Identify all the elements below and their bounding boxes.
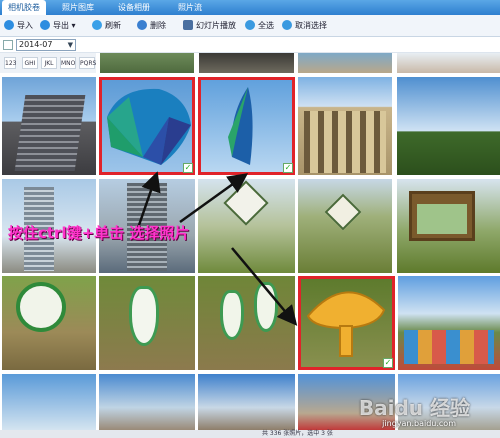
sign-shape xyxy=(129,286,159,346)
building-shape xyxy=(304,111,386,173)
checked-icon: ✓ xyxy=(283,163,293,173)
tab-device-album[interactable]: 设备相册 xyxy=(112,0,156,15)
alpha-button-jkl[interactable]: JKL xyxy=(41,57,57,69)
alpha-button-ghi[interactable]: GHI xyxy=(22,57,38,69)
cancel-select-label: 取消选择 xyxy=(295,21,327,30)
photo-yellow-building[interactable] xyxy=(298,77,392,175)
date-value: 2014-07 xyxy=(19,40,53,49)
alpha-index-bar: 123 GHI JKL MNO PQRS xyxy=(0,53,96,73)
photo-thumbnail[interactable] xyxy=(2,374,96,430)
photo-sign-diamond[interactable] xyxy=(198,179,295,273)
photo-sign-green-circle[interactable] xyxy=(2,276,96,370)
umbrella-graphic xyxy=(107,88,191,165)
photo-sign-footprint-2[interactable] xyxy=(198,276,295,370)
sign-shape xyxy=(220,290,244,340)
building-shape xyxy=(14,95,86,171)
tab-photo-library[interactable]: 照片图库 xyxy=(56,0,100,15)
umbrella-graphic xyxy=(228,87,253,165)
select-all-label: 全选 xyxy=(258,21,274,30)
slideshow-icon xyxy=(183,20,193,30)
cancel-select-button[interactable]: 取消选择 xyxy=(282,19,327,33)
alpha-button-mno[interactable]: MNO xyxy=(60,57,76,69)
export-button[interactable]: 导出 ▾ xyxy=(40,19,76,33)
import-label: 导入 xyxy=(17,21,33,30)
photo-sign-diamond-2[interactable] xyxy=(298,179,392,273)
photo-umbrella-2[interactable]: ✓ xyxy=(198,77,295,175)
watermark-brand: Baidu 经验 xyxy=(358,396,470,420)
photo-thumbnail[interactable] xyxy=(397,53,500,73)
sign-shape xyxy=(223,180,269,226)
photo-sign-footprint[interactable] xyxy=(99,276,195,370)
refresh-icon xyxy=(92,20,102,30)
photo-billboard[interactable] xyxy=(397,179,500,273)
playground-shape xyxy=(404,330,494,364)
delete-icon xyxy=(137,20,147,30)
tab-bar: 相机胶卷 照片图库 设备相册 照片流 xyxy=(0,0,500,15)
checked-icon: ✓ xyxy=(183,163,193,173)
billboard-panel xyxy=(417,204,467,234)
watermark-url: jingyan.baidu.com xyxy=(382,419,456,428)
refresh-button[interactable]: 刷新 xyxy=(92,19,121,33)
chevron-down-icon: ▾ xyxy=(71,21,76,30)
status-bar: 共 336 张照片，选中 3 张 xyxy=(0,430,500,438)
tab-photo-stream[interactable]: 照片流 xyxy=(170,0,210,15)
delete-label: 删除 xyxy=(150,21,166,30)
sign-shape xyxy=(16,282,66,332)
select-all-button[interactable]: 全选 xyxy=(245,19,274,33)
chevron-down-icon: ▼ xyxy=(67,41,73,49)
select-all-checkbox[interactable] xyxy=(3,40,13,50)
billboard-shape xyxy=(409,191,475,241)
slideshow-label: 幻灯片播放 xyxy=(196,21,236,30)
alpha-button-123[interactable]: 123 xyxy=(4,57,16,69)
import-button[interactable]: 导入 xyxy=(4,19,33,33)
cancel-select-icon xyxy=(282,20,292,30)
photo-thumbnail[interactable] xyxy=(99,374,195,430)
photo-thumbnail[interactable] xyxy=(100,53,194,73)
refresh-label: 刷新 xyxy=(105,21,121,30)
photo-umbrella-1[interactable]: ✓ xyxy=(99,77,195,175)
annotation-text: 按住ctrl键+单击 选择照片 xyxy=(8,224,190,242)
export-icon xyxy=(40,20,50,30)
delete-button[interactable]: 删除 xyxy=(137,19,166,33)
select-all-icon xyxy=(245,20,255,30)
import-icon xyxy=(4,20,14,30)
photo-tree-sky[interactable] xyxy=(397,77,500,175)
photo-sign-mushroom[interactable]: ✓ xyxy=(298,276,395,370)
toolbar: 导入 导出 ▾ 刷新 删除 幻灯片播放 全选 取消选择 xyxy=(0,15,500,37)
checked-icon: ✓ xyxy=(383,358,393,368)
sign-shape xyxy=(324,193,362,231)
photo-thumbnail[interactable] xyxy=(199,53,294,73)
date-select[interactable]: 2014-07 ▼ xyxy=(16,39,76,51)
photo-building[interactable] xyxy=(2,77,96,175)
photo-thumbnail[interactable] xyxy=(198,374,295,430)
photo-thumbnail[interactable] xyxy=(298,53,392,73)
photo-school-yard[interactable] xyxy=(398,276,500,370)
mushroom-sign-graphic xyxy=(306,291,386,357)
export-label: 导出 xyxy=(53,21,69,30)
slideshow-button[interactable]: 幻灯片播放 xyxy=(183,19,236,33)
tab-camera-roll[interactable]: 相机胶卷 xyxy=(2,0,46,15)
sign-shape xyxy=(254,282,278,332)
filter-bar: 2014-07 ▼ xyxy=(0,37,500,53)
alpha-button-pqrs[interactable]: PQRS xyxy=(79,57,96,69)
